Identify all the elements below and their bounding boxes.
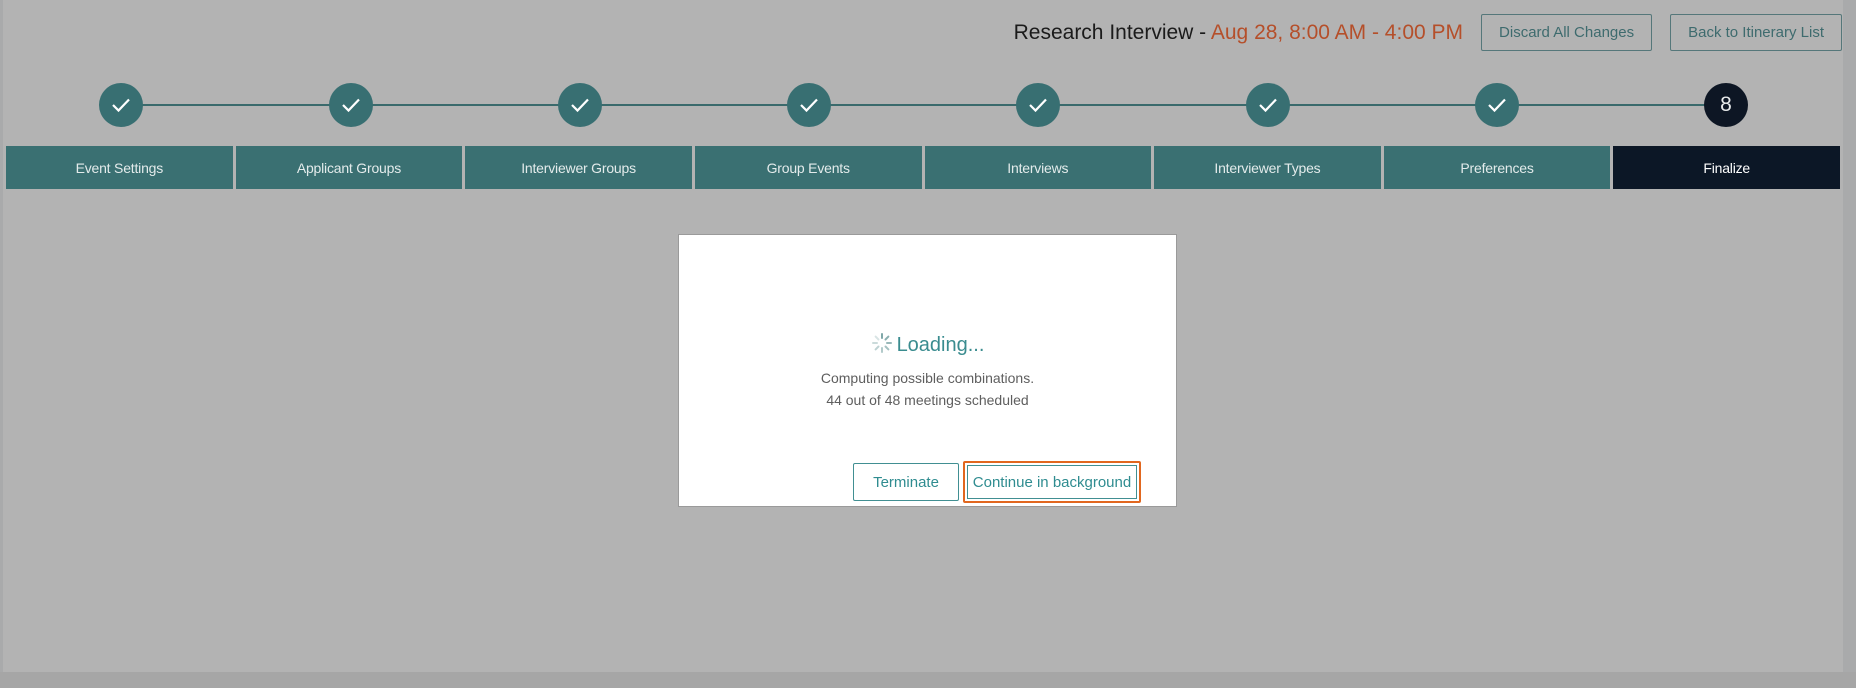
terminate-button[interactable]: Terminate [853,463,959,501]
step-tabs: Event Settings Applicant Groups Intervie… [6,146,1840,189]
tab-finalize[interactable]: Finalize [1613,146,1840,189]
progress-stepper: 8 [3,83,1843,127]
tab-applicant-groups[interactable]: Applicant Groups [235,146,463,189]
back-to-itinerary-list-button[interactable]: Back to Itinerary List [1670,14,1842,51]
tab-group-events[interactable]: Group Events [694,146,922,189]
continue-in-background-button[interactable]: Continue in background [963,461,1141,503]
tab-event-settings[interactable]: Event Settings [6,146,233,189]
tab-preferences[interactable]: Preferences [1383,146,1611,189]
bottom-bar [0,672,1856,688]
page-title: Research Interview - Aug 28, 8:00 AM - 4… [1014,21,1463,45]
step-8-current[interactable]: 8 [1704,83,1748,127]
header: Research Interview - Aug 28, 8:00 AM - 4… [1014,14,1842,51]
step-3-check-icon[interactable] [558,83,602,127]
step-4-check-icon[interactable] [787,83,831,127]
tab-interviews[interactable]: Interviews [924,146,1152,189]
event-date-range: Aug 28, 8:00 AM - 4:00 PM [1210,20,1464,44]
discard-all-changes-button[interactable]: Discard All Changes [1481,14,1653,51]
continue-label: Continue in background [967,465,1137,499]
step-7-check-icon[interactable] [1475,83,1519,127]
tab-interviewer-groups[interactable]: Interviewer Groups [465,146,692,189]
step-2-check-icon[interactable] [329,83,373,127]
spinner-icon [871,332,893,359]
progress-message: 44 out of 48 meetings scheduled [826,392,1029,408]
loading-modal: Loading... Computing possible combinatio… [678,234,1177,507]
loading-text: Loading... [896,334,985,356]
event-title: Research Interview - [1013,20,1207,44]
tab-interviewer-types[interactable]: Interviewer Types [1154,146,1381,189]
loading-row: Loading... [679,332,1176,359]
step-1-check-icon[interactable] [99,83,143,127]
status-message: Computing possible combinations. [820,370,1035,386]
step-6-check-icon[interactable] [1246,83,1290,127]
step-5-check-icon[interactable] [1016,83,1060,127]
